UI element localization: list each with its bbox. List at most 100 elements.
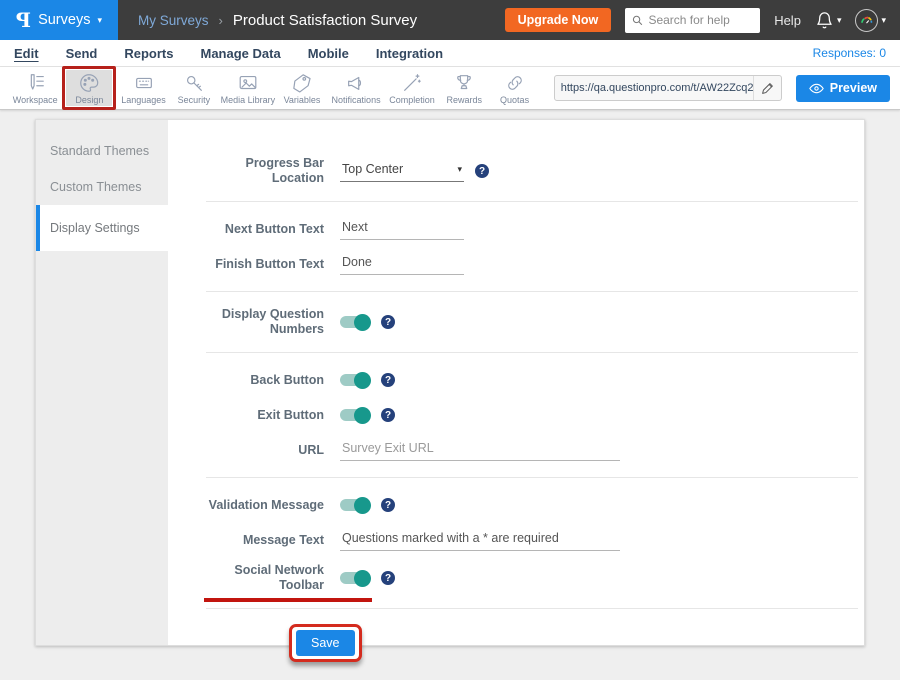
upgrade-now-button[interactable]: Upgrade Now (505, 8, 612, 32)
key-icon (183, 72, 205, 94)
help-icon[interactable]: ? (381, 408, 395, 422)
chevron-down-icon: ▾ (97, 15, 102, 26)
keyboard-icon (133, 72, 155, 94)
link-icon (504, 72, 526, 94)
questionpro-logo-icon: P (16, 8, 31, 32)
breadcrumb-separator-icon: › (219, 13, 223, 28)
trophy-icon (453, 72, 475, 94)
help-icon[interactable]: ? (381, 373, 395, 387)
tag-icon (291, 72, 313, 94)
toolbar-item-security[interactable]: Security (169, 70, 219, 106)
chevron-down-icon: ▾ (837, 15, 842, 26)
survey-nav: Edit Send Reports Manage Data Mobile Int… (0, 40, 900, 67)
validation-message-toggle[interactable] (340, 499, 370, 511)
toolbar-item-completion[interactable]: Completion (385, 70, 439, 106)
tab-manage-data[interactable]: Manage Data (200, 46, 280, 61)
exit-url-row: URL (206, 438, 858, 462)
message-text-label: Message Text (206, 533, 324, 548)
page-title: Product Satisfaction Survey (233, 12, 417, 29)
exit-url-input[interactable] (340, 439, 620, 461)
palette-icon (78, 72, 100, 94)
breadcrumb: My Surveys › Product Satisfaction Survey (138, 12, 417, 29)
divider (206, 477, 858, 478)
exit-button-row: Exit Button ? (206, 403, 858, 427)
next-button-text-row: Next Button Text (206, 217, 858, 241)
divider (206, 352, 858, 353)
back-button-toggle[interactable] (340, 374, 370, 386)
sidebar-item-display-settings[interactable]: Display Settings (36, 205, 168, 251)
display-question-numbers-row: Display Question Numbers ? (206, 307, 858, 337)
account-menu[interactable]: ▾ (855, 9, 886, 32)
finish-button-text-row: Finish Button Text (206, 252, 858, 276)
chevron-down-icon: ▾ (457, 164, 462, 175)
social-network-toolbar-toggle[interactable] (340, 572, 370, 584)
display-settings-form: Progress Bar Location Top Center ▾ ? Nex… (168, 120, 866, 645)
edit-url-button[interactable] (753, 76, 781, 100)
toolbar-item-rewards[interactable]: Rewards (439, 70, 489, 106)
display-question-numbers-toggle[interactable] (340, 316, 370, 328)
next-button-text-input[interactable] (340, 218, 464, 240)
wand-icon (401, 72, 423, 94)
content-area: Standard Themes Custom Themes Display Se… (0, 110, 900, 646)
divider (206, 608, 858, 609)
tab-edit[interactable]: Edit (14, 46, 39, 61)
social-network-toolbar-label: Social Network Toolbar (206, 563, 324, 593)
breadcrumb-my-surveys[interactable]: My Surveys (138, 13, 209, 28)
megaphone-icon (345, 72, 367, 94)
gauge-icon (859, 13, 874, 28)
help-icon[interactable]: ? (381, 498, 395, 512)
design-toolbar: Workspace Design Languages Security Medi… (0, 67, 900, 110)
avatar (855, 9, 878, 32)
design-annotation-box: Design (62, 66, 116, 110)
display-settings-card: Standard Themes Custom Themes Display Se… (35, 119, 865, 646)
tab-reports[interactable]: Reports (124, 46, 173, 61)
search-input[interactable] (648, 13, 753, 27)
exit-button-toggle[interactable] (340, 409, 370, 421)
social-network-toolbar-row: Social Network Toolbar ? (206, 563, 858, 593)
sidebar-item-standard-themes[interactable]: Standard Themes (36, 133, 168, 169)
save-row: Save (206, 624, 858, 662)
exit-url-label: URL (206, 443, 324, 458)
finish-button-text-input[interactable] (340, 253, 464, 275)
toolbar-item-notifications[interactable]: Notifications (327, 70, 385, 106)
validation-message-label: Validation Message (206, 498, 324, 513)
pencil-icon (761, 82, 774, 95)
help-icon[interactable]: ? (381, 315, 395, 329)
responses-count[interactable]: Responses: 0 (813, 46, 886, 60)
sidebar-item-custom-themes[interactable]: Custom Themes (36, 169, 168, 205)
toolbar-item-design[interactable]: Design (66, 70, 112, 106)
help-search[interactable] (625, 8, 760, 33)
search-icon (632, 14, 643, 27)
toolbar-item-languages[interactable]: Languages (118, 70, 168, 106)
progress-bar-location-row: Progress Bar Location Top Center ▾ ? (206, 156, 858, 186)
image-icon (237, 72, 259, 94)
divider (206, 291, 858, 292)
save-annotation-box: Save (289, 624, 362, 662)
tab-mobile[interactable]: Mobile (308, 46, 349, 61)
help-link[interactable]: Help (774, 13, 801, 28)
help-icon[interactable]: ? (475, 164, 489, 178)
save-button[interactable]: Save (296, 630, 355, 656)
divider (206, 201, 858, 202)
toolbar-item-workspace[interactable]: Workspace (10, 70, 60, 106)
survey-url-text: https://qa.questionpro.com/t/AW22Zcq2J (555, 82, 753, 94)
message-text-row: Message Text (206, 528, 858, 552)
help-icon[interactable]: ? (381, 571, 395, 585)
tab-send[interactable]: Send (66, 46, 98, 61)
chevron-down-icon: ▾ (881, 15, 886, 26)
preview-button[interactable]: Preview (796, 75, 890, 102)
eye-icon (809, 83, 824, 94)
progress-bar-location-select[interactable]: Top Center ▾ (340, 160, 464, 182)
toolbar-item-variables[interactable]: Variables (277, 70, 327, 106)
product-menu-label: Surveys (38, 12, 90, 28)
product-menu[interactable]: P Surveys ▾ (0, 0, 118, 40)
survey-url-field[interactable]: https://qa.questionpro.com/t/AW22Zcq2J (554, 75, 782, 101)
validation-message-row: Validation Message ? (206, 493, 858, 517)
toolbar-item-media-library[interactable]: Media Library (219, 70, 277, 106)
toolbar-item-quotas[interactable]: Quotas (489, 70, 539, 106)
finish-button-text-label: Finish Button Text (206, 257, 324, 272)
back-button-label: Back Button (206, 373, 324, 388)
message-text-input[interactable] (340, 529, 620, 551)
tab-integration[interactable]: Integration (376, 46, 443, 61)
notifications-menu[interactable]: ▾ (815, 11, 842, 30)
